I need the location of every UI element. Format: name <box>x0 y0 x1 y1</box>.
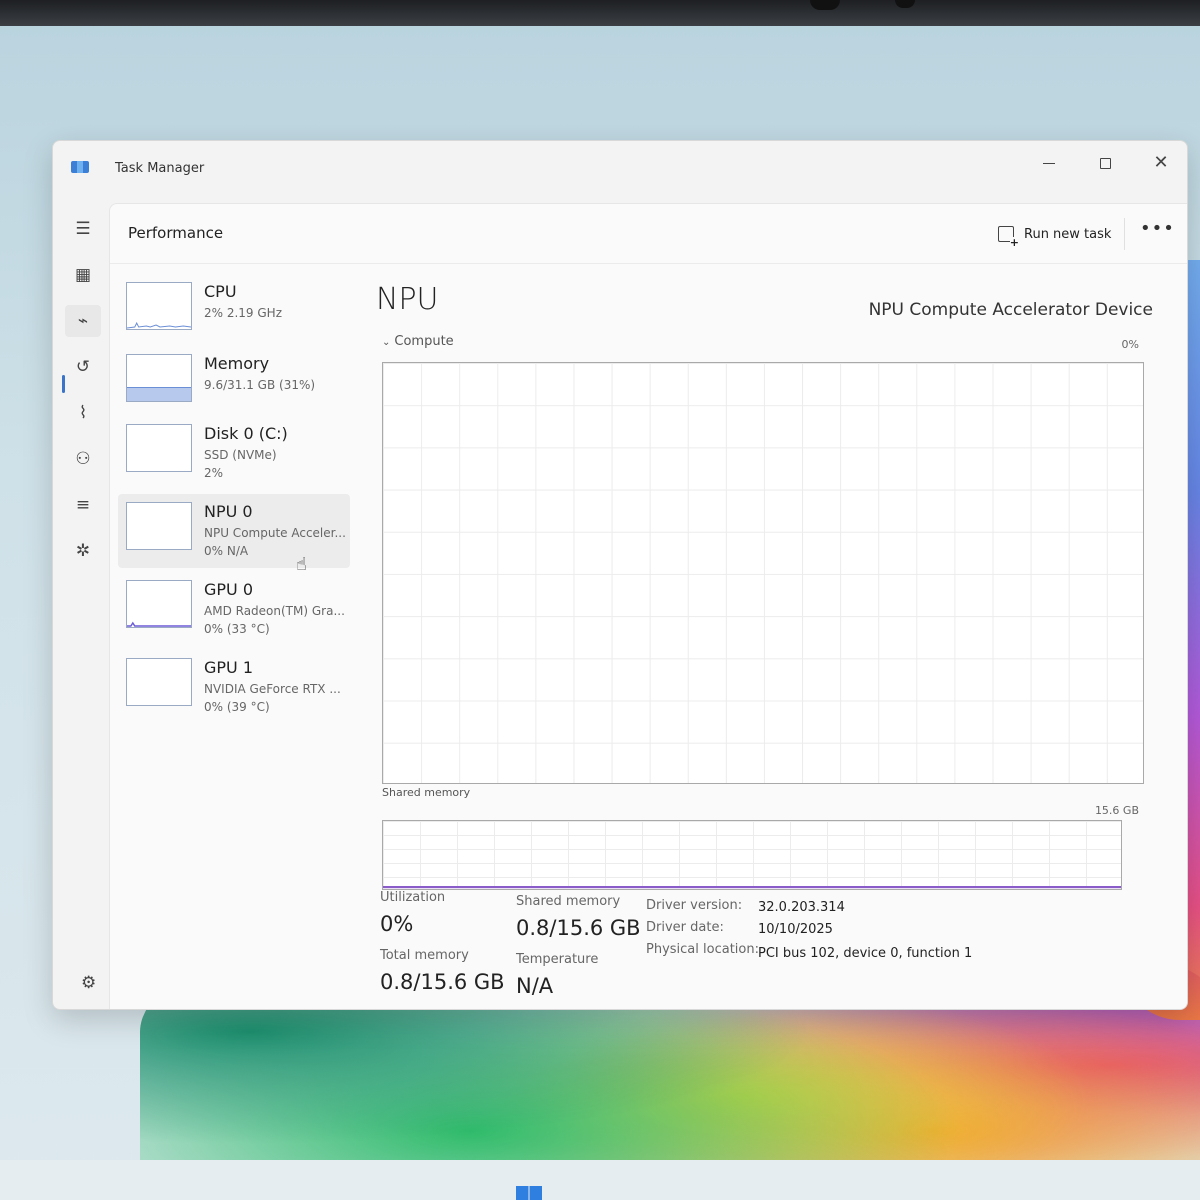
total-memory-value: 0.8/15.6 GB <box>380 970 505 994</box>
compute-graph <box>382 362 1144 784</box>
resource-name: Memory <box>204 354 270 373</box>
resource-disk[interactable]: Disk 0 (C:) SSD (NVMe) 2% <box>118 416 350 490</box>
temperature-label: Temperature <box>516 952 599 967</box>
minimize-button[interactable] <box>1029 149 1069 177</box>
sensor <box>895 0 915 8</box>
shared-memory-fill <box>383 885 1121 889</box>
startup-icon: ⌇ <box>78 403 88 423</box>
compute-max-label: 0% <box>1121 338 1139 351</box>
maximize-button[interactable] <box>1085 149 1125 177</box>
resource-npu[interactable]: NPU 0 NPU Compute Acceler... 0% N/A ☝ <box>118 494 350 575</box>
resource-name: Disk 0 (C:) <box>204 424 288 443</box>
run-new-task-button[interactable]: Run new task <box>990 222 1119 248</box>
shared-memory-graph <box>382 820 1122 890</box>
shared-memory-stat-label: Shared memory <box>516 894 621 909</box>
monitor-bezel <box>0 0 1200 26</box>
resource-subtitle: NPU Compute Acceler... <box>204 526 346 540</box>
processes-icon: ▦ <box>74 265 92 285</box>
resource-usage: 0% (39 °C) <box>204 700 270 714</box>
hamburger-icon: ☰ <box>75 219 91 239</box>
nav-rail: ☰ ▦ ⌁ ↺ ⌇ ⚇ ≡ ✲ ⚙ <box>53 203 109 1009</box>
memory-thumb-fill <box>127 386 191 401</box>
resource-memory[interactable]: Memory 9.6/31.1 GB (31%) <box>118 346 350 420</box>
driver-version-value: 32.0.203.314 <box>758 900 845 915</box>
history-icon: ↺ <box>75 357 91 377</box>
shared-memory-graph-label: Shared memory <box>382 786 471 799</box>
physical-location-value: PCI bus 102, device 0, function 1 <box>758 946 973 961</box>
window-title: Task Manager <box>115 161 205 176</box>
performance-icon: ⌁ <box>77 311 89 331</box>
resource-subtitle: SSD (NVMe) <box>204 448 277 462</box>
nav-services[interactable]: ✲ <box>65 535 101 567</box>
cpu-sparkline <box>127 321 191 329</box>
close-icon: ✕ <box>1153 152 1169 173</box>
run-new-task-label: Run new task <box>1024 226 1112 242</box>
driver-date-value: 10/10/2025 <box>758 922 833 937</box>
utilization-label: Utilization <box>380 890 446 905</box>
page-title: Performance <box>128 224 224 242</box>
users-icon: ⚇ <box>75 449 91 469</box>
shared-memory-max-label: 15.6 GB <box>1094 804 1139 817</box>
settings-button[interactable]: ⚙ <box>81 973 96 993</box>
resource-name: GPU 1 <box>204 658 254 677</box>
cpu-thumbnail-graph <box>126 282 192 330</box>
shared-memory-stat-value: 0.8/15.6 GB <box>516 916 641 940</box>
windows-start-icon[interactable] <box>516 1186 542 1200</box>
content-pane: Performance Run new task ••• CPU 2% 2.19… <box>109 203 1187 1009</box>
npu-thumbnail-graph <box>126 502 192 550</box>
gpu1-thumbnail-graph <box>126 658 192 706</box>
resource-subtitle: 2% 2.19 GHz <box>204 306 283 320</box>
temperature-value: N/A <box>516 974 554 998</box>
memory-thumbnail-graph <box>126 354 192 402</box>
run-task-icon <box>998 226 1019 248</box>
more-options-button[interactable]: ••• <box>1140 218 1175 239</box>
resource-usage: 2% <box>204 466 224 480</box>
gpu0-thumbnail-graph <box>126 580 192 628</box>
minimize-icon <box>1043 163 1055 164</box>
total-memory-label: Total memory <box>380 948 469 963</box>
resource-subtitle: 9.6/31.1 GB (31%) <box>204 378 316 392</box>
services-puzzle-icon: ✲ <box>75 541 91 561</box>
webcam <box>810 0 840 10</box>
gpu0-sparkline <box>127 621 191 627</box>
hamburger-menu-button[interactable]: ☰ <box>65 213 101 245</box>
title-bar[interactable]: Task Manager ✕ <box>53 141 1187 201</box>
close-button[interactable]: ✕ <box>1141 149 1181 177</box>
chevron-down-icon: ⌄ <box>382 337 391 348</box>
nav-performance[interactable]: ⌁ <box>65 305 101 337</box>
header-divider <box>1124 218 1125 250</box>
detail-title: NPU <box>376 282 439 317</box>
utilization-value: 0% <box>380 912 414 936</box>
resource-usage: 0% N/A <box>204 544 249 558</box>
resource-name: CPU <box>204 282 237 301</box>
task-manager-window: Task Manager ✕ ☰ ▦ ⌁ ↺ ⌇ ⚇ ≡ ✲ ⚙ Perform… <box>52 140 1188 1010</box>
ellipsis-icon: ••• <box>1140 218 1175 239</box>
physical-location-label: Physical location: <box>646 942 759 957</box>
resource-gpu0[interactable]: GPU 0 AMD Radeon(TM) Gra... 0% (33 °C) <box>118 572 350 646</box>
nav-app-history[interactable]: ↺ <box>65 351 101 383</box>
driver-date-label: Driver date: <box>646 920 724 935</box>
resource-gpu1[interactable]: GPU 1 NVIDIA GeForce RTX ... 0% (39 °C) <box>118 650 350 724</box>
resource-cpu[interactable]: CPU 2% 2.19 GHz <box>118 274 350 348</box>
compute-dropdown[interactable]: ⌄ Compute <box>382 334 454 349</box>
details-list-icon: ≡ <box>75 495 91 515</box>
resource-subtitle: NVIDIA GeForce RTX ... <box>204 682 341 696</box>
resource-name: NPU 0 <box>204 502 253 521</box>
resource-subtitle: AMD Radeon(TM) Gra... <box>204 604 345 618</box>
detail-device-name: NPU Compute Accelerator Device <box>868 300 1153 320</box>
driver-version-label: Driver version: <box>646 898 743 913</box>
nav-startup-apps[interactable]: ⌇ <box>65 397 101 429</box>
compute-label: Compute <box>394 334 454 349</box>
resource-usage: 0% (33 °C) <box>204 622 270 636</box>
task-manager-app-icon <box>71 161 89 173</box>
page-header: Performance Run new task ••• <box>110 204 1187 264</box>
nav-processes[interactable]: ▦ <box>65 259 101 291</box>
taskbar <box>0 1160 1200 1200</box>
disk-thumbnail-graph <box>126 424 192 472</box>
nav-users[interactable]: ⚇ <box>65 443 101 475</box>
gear-icon: ⚙ <box>81 973 97 993</box>
resource-name: GPU 0 <box>204 580 254 599</box>
nav-details[interactable]: ≡ <box>65 489 101 521</box>
maximize-icon <box>1099 158 1111 169</box>
